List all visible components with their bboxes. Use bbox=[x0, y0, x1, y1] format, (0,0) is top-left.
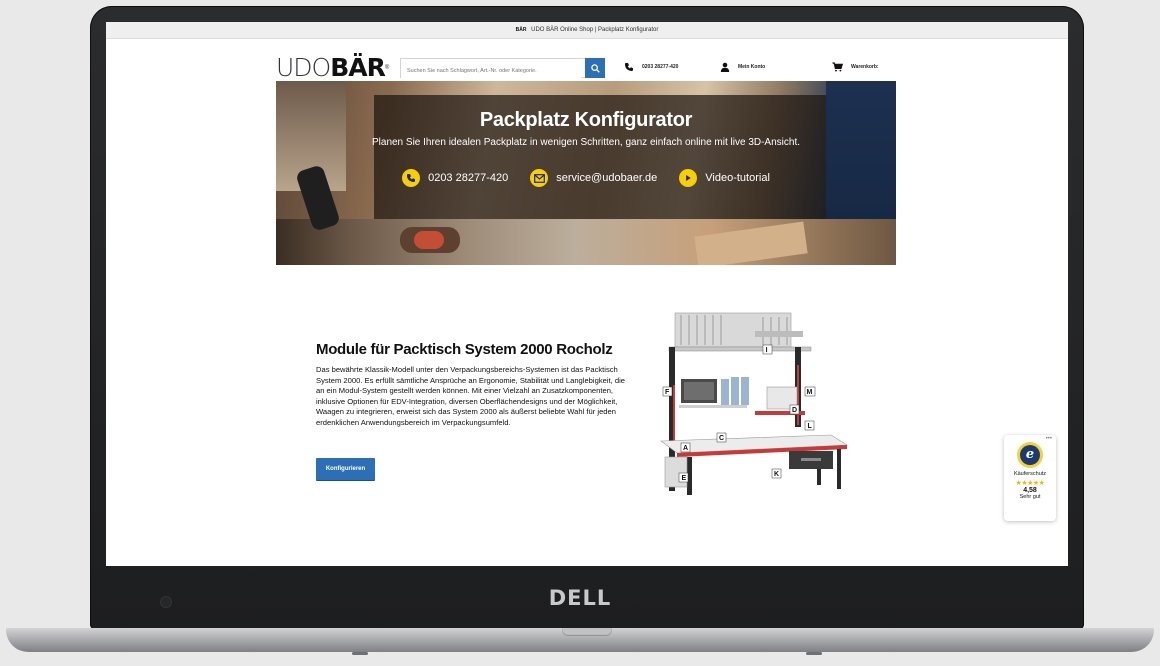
label-l: L bbox=[808, 423, 813, 430]
browser-title: UDO BÄR Online Shop | Packplatz Konfigur… bbox=[531, 27, 659, 33]
user-icon bbox=[720, 62, 730, 72]
browser-screen: BÄR UDO BÄR Online Shop | Packplatz Konf… bbox=[106, 22, 1068, 566]
label-m: M bbox=[807, 389, 813, 396]
header-phone[interactable]: 0203 28277-420 bbox=[624, 61, 678, 73]
label-e: E bbox=[682, 475, 687, 482]
hero-contacts: 0203 28277-420 service@udobaer.de Video-… bbox=[276, 169, 896, 187]
udo-baer-logo[interactable]: UDOBÄR® bbox=[276, 55, 389, 81]
trusted-shops-seal-icon: e bbox=[1017, 442, 1043, 468]
hero-video-link[interactable]: Video-tutorial bbox=[679, 169, 770, 187]
more-icon[interactable]: ••• bbox=[1046, 436, 1052, 442]
laptop-foot bbox=[806, 652, 822, 655]
label-f: F bbox=[665, 389, 670, 396]
rating-stars-icon: ★★★★★ bbox=[1015, 480, 1045, 487]
laptop-base-notch bbox=[562, 628, 612, 636]
hero-phone-link[interactable]: 0203 28277-420 bbox=[402, 169, 508, 187]
phone-icon bbox=[402, 169, 421, 187]
packing-table-image: I F M D L C A K E bbox=[660, 312, 848, 495]
hero-phone-label: 0203 28277-420 bbox=[428, 172, 509, 184]
hero-video-label: Video-tutorial bbox=[705, 172, 770, 184]
header-account[interactable]: Mein Konto bbox=[720, 61, 765, 73]
trust-score: 4,58 bbox=[1023, 487, 1037, 494]
browser-title-bar: BÄR UDO BÄR Online Shop | Packplatz Konf… bbox=[106, 22, 1068, 39]
configure-button[interactable]: Konfigurieren bbox=[316, 458, 375, 480]
trust-rating: Sehr gut bbox=[1019, 494, 1041, 500]
header-cart-label: Warenkorb: bbox=[851, 64, 879, 70]
trusted-shops-badge[interactable]: ••• e Käuferschutz ★★★★★ 4,58 Sehr gut bbox=[1004, 435, 1056, 521]
search-icon bbox=[590, 63, 600, 73]
phone-icon bbox=[625, 63, 633, 71]
webcam bbox=[160, 596, 172, 608]
laptop-foot bbox=[352, 652, 368, 655]
label-i: I bbox=[766, 347, 768, 354]
hero-subtitle: Planen Sie Ihren idealen Packplatz in we… bbox=[371, 137, 801, 148]
favicon: BÄR bbox=[515, 27, 527, 33]
cart-icon bbox=[832, 62, 843, 72]
label-k: K bbox=[774, 471, 779, 478]
site-header: UDOBÄR® 0203 28277-420 Mein Konto bbox=[276, 55, 896, 81]
search-box bbox=[400, 58, 605, 80]
search-button[interactable] bbox=[585, 58, 605, 78]
label-c: C bbox=[719, 435, 724, 442]
header-account-label: Mein Konto bbox=[738, 64, 766, 70]
content-description: Das bewährte Klassik-Modell unter den Ve… bbox=[316, 365, 625, 427]
hero-title: Packplatz Konfigurator bbox=[479, 109, 693, 131]
content-title: Module für Packtisch System 2000 Rocholz bbox=[316, 341, 613, 358]
trust-label: Käuferschutz bbox=[1013, 471, 1047, 477]
hero-email-label: service@udobaer.de bbox=[556, 172, 658, 184]
hero-email-link[interactable]: service@udobaer.de bbox=[530, 169, 657, 187]
dell-logo: DELL bbox=[548, 586, 612, 610]
hero-banner: Packplatz Konfigurator Planen Sie Ihren … bbox=[276, 81, 896, 265]
hero-image-tape-roll bbox=[414, 231, 444, 249]
header-phone-label: 0203 28277-420 bbox=[642, 64, 679, 70]
search-input[interactable] bbox=[401, 62, 581, 80]
label-d: D bbox=[792, 407, 797, 414]
header-cart[interactable]: Warenkorb: bbox=[832, 61, 879, 73]
label-a: A bbox=[683, 445, 688, 452]
play-icon bbox=[679, 169, 698, 187]
mail-icon bbox=[530, 169, 549, 187]
